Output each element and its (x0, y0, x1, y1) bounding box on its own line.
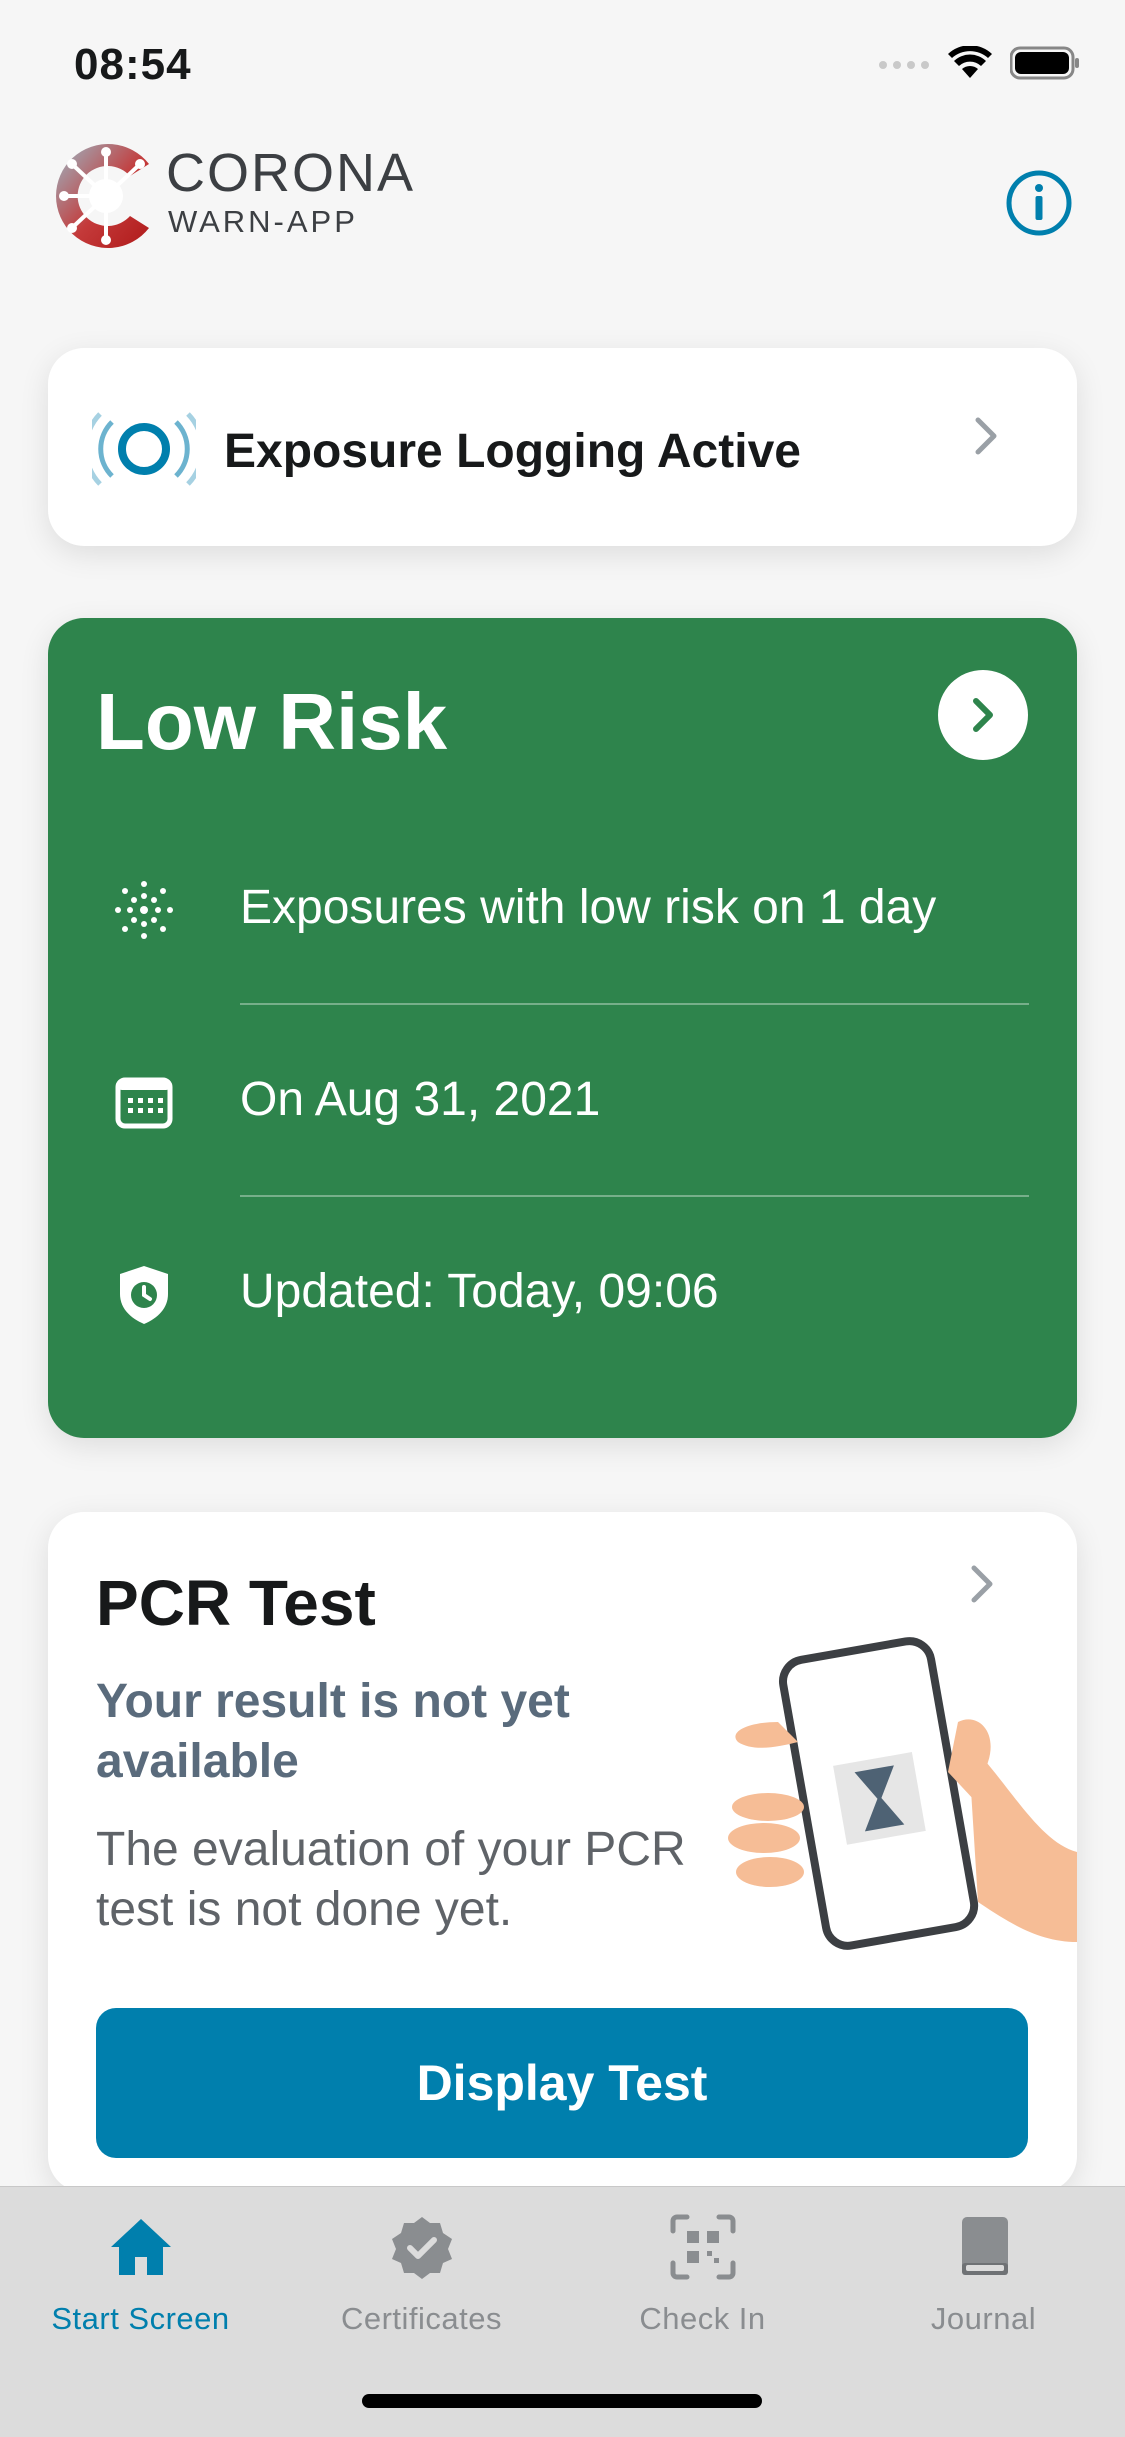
chevron-right-icon (971, 1565, 993, 1603)
pcr-description: The evaluation of your PCR test is not d… (96, 1823, 686, 1936)
tab-start-screen[interactable]: Start Screen (0, 2187, 281, 2357)
phone-hourglass-illustration (728, 1637, 1077, 1950)
book-icon (961, 2217, 1008, 2275)
brand-subtitle: WARN-APP (168, 204, 358, 239)
exposure-logging-label: Exposure Logging Active (224, 425, 801, 478)
qr-scan-icon (670, 2214, 735, 2280)
risk-details-button[interactable] (938, 670, 1028, 760)
calendar-icon (115, 1077, 173, 1129)
battery-icon (1010, 46, 1079, 80)
tab-certificates[interactable]: Certificates (281, 2187, 562, 2357)
risk-date-text: On Aug 31, 2021 (240, 1073, 601, 1126)
status-time: 08:54 (74, 40, 192, 89)
brand-title: CORONA (166, 143, 416, 203)
tab-label: Journal (930, 2301, 1037, 2336)
chevron-right-icon (975, 417, 997, 455)
tab-journal[interactable]: Journal (843, 2187, 1124, 2357)
pcr-test-card[interactable]: PCR Test Your result is not yet availabl… (48, 1512, 1077, 2192)
pcr-test-title: PCR Test (96, 1567, 376, 1639)
shield-clock-icon (120, 1266, 168, 1324)
tab-label: Start Screen (51, 2301, 230, 2336)
home-icon (110, 2219, 171, 2275)
wifi-icon (948, 46, 992, 78)
tab-label: Check In (639, 2301, 766, 2336)
exposure-radar-icon (92, 412, 196, 486)
chevron-right-icon (973, 698, 993, 732)
cellular-signal-icon (879, 61, 929, 69)
risk-title: Low Risk (96, 677, 448, 766)
divider (240, 1003, 1029, 1005)
certificate-badge-icon (391, 2217, 452, 2279)
tab-check-in[interactable]: Check In (562, 2187, 843, 2357)
info-icon[interactable] (1006, 170, 1072, 236)
corona-warn-app-logo (56, 144, 149, 248)
divider (240, 1195, 1029, 1197)
virus-dots-icon (115, 881, 173, 939)
risk-exposure-text: Exposures with low risk on 1 day (240, 881, 937, 934)
tab-label: Certificates (340, 2301, 503, 2336)
risk-card[interactable]: Low Risk Exposures with low risk on 1 da… (48, 618, 1077, 1438)
risk-updated-text: Updated: Today, 09:06 (240, 1265, 719, 1318)
status-icons (878, 46, 1080, 80)
exposure-logging-card[interactable]: Exposure Logging Active (48, 348, 1077, 546)
pcr-result-status: Your result is not yet available (96, 1675, 570, 1788)
display-test-button[interactable]: Display Test (96, 2008, 1028, 2158)
home-indicator (362, 2394, 762, 2408)
